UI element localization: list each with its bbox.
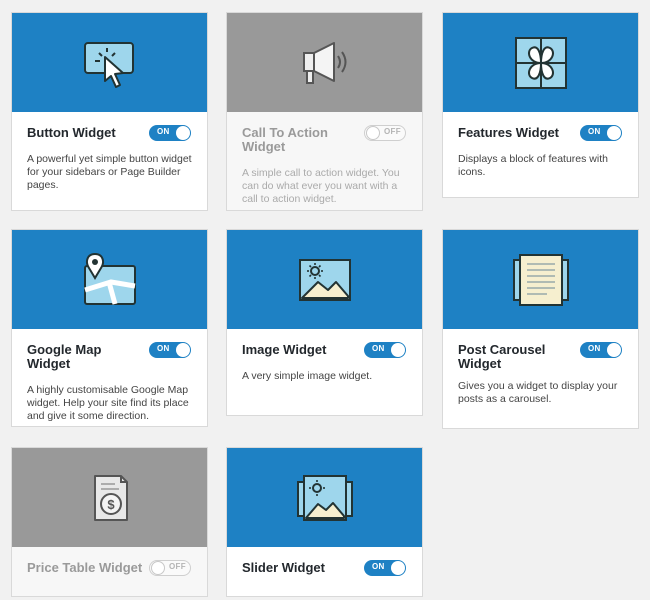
widget-card-slider: Slider Widget ON — [226, 447, 423, 597]
widget-toggle[interactable]: ON — [580, 125, 622, 141]
widget-description: A simple call to action widget. You can … — [242, 167, 400, 205]
widget-title: Google Map Widget — [27, 342, 102, 371]
price-tag-icon: $ — [81, 470, 139, 526]
widget-banner — [227, 448, 422, 547]
widget-toggle[interactable]: ON — [149, 125, 191, 141]
widget-banner — [227, 13, 422, 112]
widget-card-image: Image Widget ON A very simple image widg… — [226, 229, 423, 416]
widget-toggle[interactable]: ON — [149, 342, 191, 358]
widget-toggle[interactable]: OFF — [364, 125, 406, 141]
toggle-knob — [151, 561, 165, 575]
widget-title: Price Table Widget — [27, 560, 143, 575]
toggle-label: ON — [588, 127, 601, 136]
widget-title: Features Widget — [458, 125, 560, 140]
toggle-knob — [176, 343, 190, 357]
widget-card-post-carousel: Post Carousel Widget ON Gives you a widg… — [442, 229, 639, 429]
widget-description: A powerful yet simple button widget for … — [27, 153, 192, 191]
widget-title: Slider Widget — [242, 560, 325, 575]
widget-description: A highly customisable Google Map widget.… — [27, 384, 189, 422]
image-icon — [296, 252, 354, 308]
toggle-knob — [391, 561, 405, 575]
widget-banner — [443, 13, 638, 112]
widget-description: A very simple image widget. — [242, 370, 373, 382]
map-pin-icon — [81, 252, 139, 308]
widget-toggle[interactable]: ON — [364, 342, 406, 358]
toggle-knob — [607, 126, 621, 140]
carousel-icon — [512, 252, 570, 308]
toggle-label: ON — [372, 344, 385, 353]
toggle-label: ON — [157, 127, 170, 136]
toggle-label: ON — [588, 344, 601, 353]
widget-toggle[interactable]: ON — [580, 342, 622, 358]
toggle-label: ON — [157, 344, 170, 353]
megaphone-icon — [296, 35, 354, 91]
widget-title: Call To Action Widget — [242, 125, 328, 154]
widget-card-price-table: $ Price Table Widget OFF — [11, 447, 208, 597]
svg-text:$: $ — [107, 497, 115, 512]
slider-icon — [296, 470, 354, 526]
widget-banner — [12, 230, 207, 329]
toggle-knob — [607, 343, 621, 357]
widget-toggle[interactable]: OFF — [149, 560, 191, 576]
widget-card-google-map: Google Map Widget ON A highly customisab… — [11, 229, 208, 427]
widget-title: Button Widget — [27, 125, 116, 140]
toggle-knob — [176, 126, 190, 140]
widget-card-features: Features Widget ON Displays a block of f… — [442, 12, 639, 198]
widget-title: Post Carousel Widget — [458, 342, 546, 371]
toggle-knob — [391, 343, 405, 357]
toggle-label: ON — [372, 562, 385, 571]
toggle-label: OFF — [169, 562, 186, 571]
widget-card-button: Button Widget ON A powerful yet simple b… — [11, 12, 208, 211]
widget-toggle[interactable]: ON — [364, 560, 406, 576]
widget-card-call-to-action: Call To Action Widget OFF A simple call … — [226, 12, 423, 211]
toggle-knob — [366, 126, 380, 140]
widget-title: Image Widget — [242, 342, 327, 357]
widget-banner — [227, 230, 422, 329]
cursor-click-icon — [81, 35, 139, 91]
widget-banner — [12, 13, 207, 112]
features-grid-icon — [512, 35, 570, 91]
widget-description: Gives you a widget to display your posts… — [458, 380, 618, 405]
widget-banner — [443, 230, 638, 329]
widget-description: Displays a block of features with icons. — [458, 153, 608, 178]
toggle-label: OFF — [384, 127, 401, 136]
widget-banner: $ — [12, 448, 207, 547]
